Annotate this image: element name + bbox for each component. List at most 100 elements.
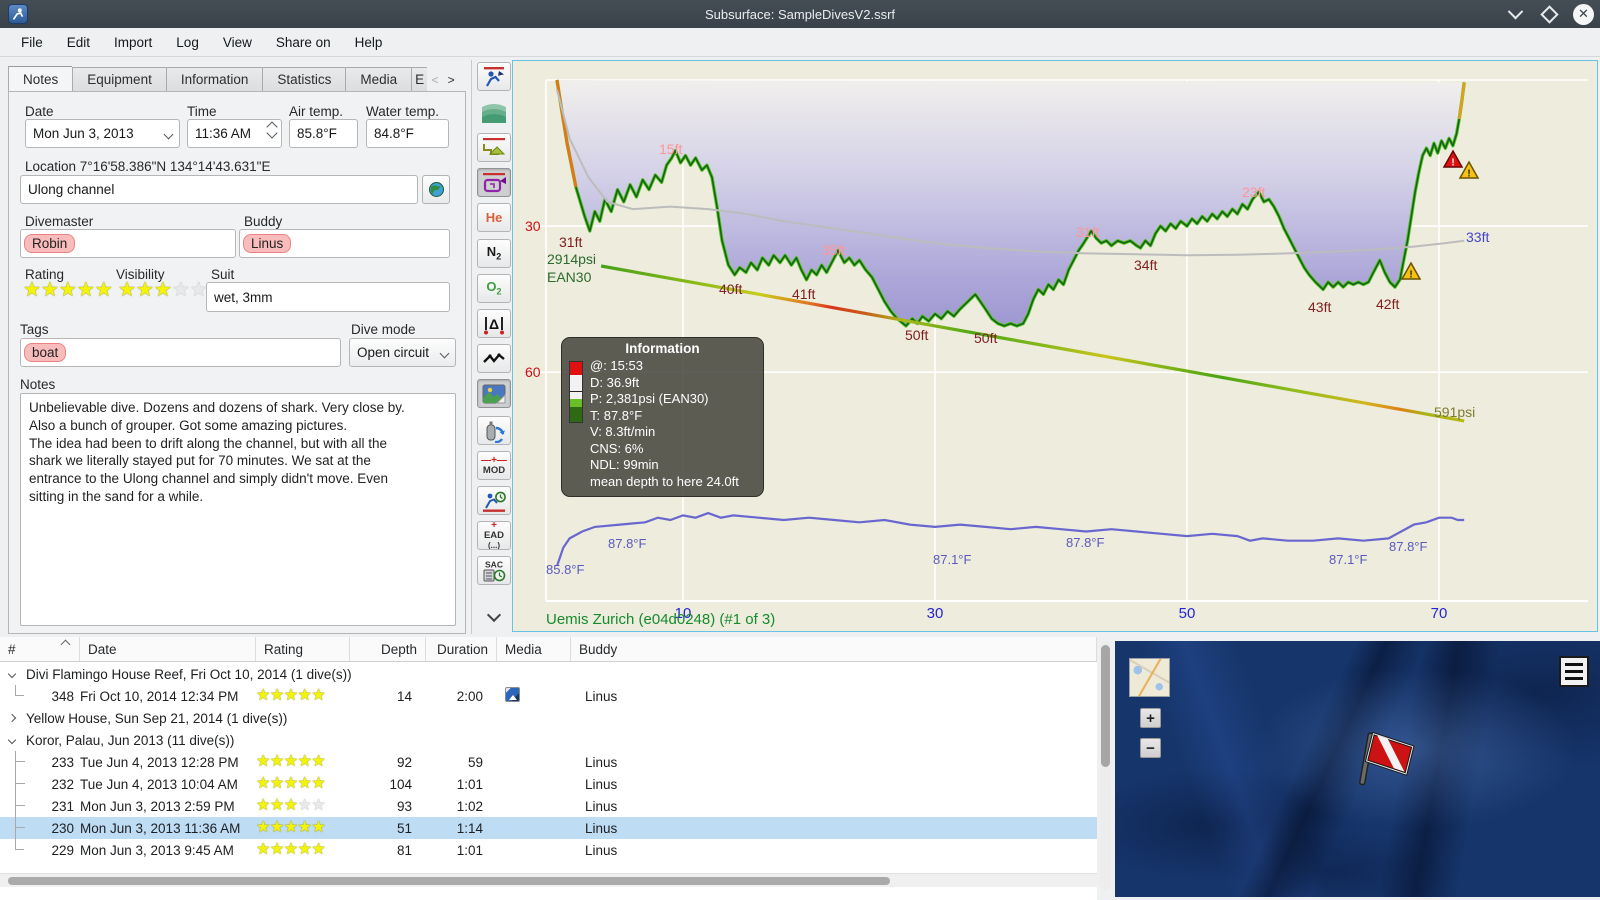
trip-row[interactable]: Yellow House, Sun Sep 21, 2014 (1 dive(s… (0, 707, 1097, 729)
divemaster-field[interactable]: Robin (20, 229, 236, 258)
date-combobox[interactable]: Mon Jun 3, 2013 (25, 119, 180, 148)
star-empty-icon: ★ (189, 279, 208, 301)
profile-toolbar: He N2 O2 Δ —+— MOD + EAD (...) SAC (474, 60, 514, 634)
tissue-heatmap-icon[interactable] (477, 97, 511, 126)
nitrogen-graph-icon[interactable]: N2 (477, 239, 511, 268)
column-header-duration[interactable]: Duration (426, 637, 497, 661)
suit-field[interactable]: wet, 3mm (206, 282, 450, 312)
close-button[interactable]: ✕ (1573, 3, 1594, 25)
dive-list-rows: Divi Flamingo House Reef, Fri Oct 10, 20… (0, 663, 1097, 861)
dive-notes-panel: Notes Equipment Information Statistics Media… (8, 62, 466, 634)
dive-profile-chart[interactable]: 10 30 50 70 30 60 31ft 2914psi EAN30 15ft 40ft 41ft… (512, 60, 1598, 632)
gradient-factor-icon[interactable]: Δ (477, 309, 511, 338)
oxygen-graph-icon[interactable]: O2 (477, 274, 511, 303)
ndl-tts-icon[interactable] (477, 486, 511, 515)
map-overview-thumbnail[interactable] (1129, 658, 1170, 697)
buddy-tag[interactable]: Linus (243, 234, 292, 253)
star-filled-icon: ★ (23, 279, 41, 301)
heart-rate-icon[interactable] (477, 344, 511, 373)
tab-scroll-left[interactable]: < (427, 67, 443, 92)
gas-change-icon[interactable] (477, 416, 511, 445)
tab-statistics[interactable]: Statistics (262, 67, 346, 92)
rating-stars[interactable]: ★ ★ ★ ★ ★ (23, 280, 113, 300)
tab-e[interactable]: E (411, 67, 428, 92)
svg-text:35ft: 35ft (822, 242, 845, 258)
tags-field[interactable]: boat (20, 338, 341, 367)
time-spinbox[interactable]: 11:36 AM (187, 119, 282, 148)
sac-rate-icon[interactable]: SAC (477, 556, 511, 585)
menu-share-on[interactable]: Share on (265, 31, 342, 54)
dive-row-230[interactable]: 230 Mon Jun 3, 2013 11:36 AM ★★★★★ 51 1:14 Li… (0, 817, 1097, 839)
star-filled-icon: ★ (58, 279, 77, 301)
info-title: Information (625, 341, 700, 356)
helium-graph-icon[interactable]: He (477, 203, 511, 232)
calculated-ceiling-icon[interactable] (477, 133, 511, 162)
svg-text:50: 50 (1179, 605, 1196, 622)
panel-splitter[interactable] (471, 60, 472, 634)
show-photos-icon[interactable] (477, 379, 511, 408)
tab-equipment[interactable]: Equipment (72, 67, 166, 92)
minimize-button[interactable] (1505, 4, 1525, 24)
dive-row-231[interactable]: 231 Mon Jun 3, 2013 2:59 PM ★★★★★ 93 1:02 Lin… (0, 795, 1097, 817)
map-zoom-out-button[interactable]: − (1140, 738, 1161, 758)
visibility-stars[interactable]: ★ ★ ★ ★ ★ (118, 280, 208, 300)
menu-edit[interactable]: Edit (56, 31, 101, 54)
column-header-buddy[interactable]: Buddy (571, 637, 1097, 661)
tag-boat[interactable]: boat (24, 343, 67, 362)
maximize-button[interactable] (1539, 4, 1559, 24)
dive-mode-select[interactable]: Open circuit (349, 338, 456, 367)
trip-row[interactable]: Divi Flamingo House Reef, Fri Oct 10, 20… (0, 663, 1097, 685)
dive-flag-marker[interactable] (1347, 726, 1421, 806)
map-menu-button[interactable] (1559, 656, 1589, 687)
tab-notes[interactable]: Notes (8, 66, 73, 92)
svg-text:41ft: 41ft (792, 286, 815, 302)
mod-icon[interactable]: —+— MOD (477, 451, 511, 480)
notes-textarea[interactable]: Unbelievable dive. Dozens and dozens of … (20, 393, 456, 626)
column-header-depth[interactable]: Depth (350, 637, 426, 661)
star-filled-icon: ★ (40, 279, 59, 301)
dive-row-348[interactable]: 348 Fri Oct 10, 2014 12:34 PM ★★★★★ 14 2:00 L… (0, 685, 1097, 707)
divemaster-tag[interactable]: Robin (24, 234, 76, 253)
dive-row-232[interactable]: 232 Tue Jun 4, 2013 10:04 AM ★★★★★ 104 1:01 L… (0, 773, 1097, 795)
star-filled-icon: ★ (153, 279, 172, 301)
menu-log[interactable]: Log (165, 31, 210, 54)
dive-row-233[interactable]: 233 Tue Jun 4, 2013 12:28 PM ★★★★★ 92 59 Linu… (0, 751, 1097, 773)
dive-row-229[interactable]: 229 Mon Jun 3, 2013 9:45 AM ★★★★★ 81 1:01 Lin… (0, 839, 1097, 861)
date-label: Date (25, 104, 54, 119)
menu-bar: File Edit Import Log View Share on Help (0, 28, 1600, 57)
star-filled-icon: ★ (76, 279, 95, 301)
toolbar-scroll-down-icon[interactable] (482, 606, 506, 623)
menu-import[interactable]: Import (103, 31, 163, 54)
info-row: NDL: 99min (590, 457, 659, 472)
menu-help[interactable]: Help (344, 31, 394, 54)
tab-media[interactable]: Media (345, 67, 412, 92)
column-header-num[interactable]: # (0, 637, 80, 661)
trip-row[interactable]: Koror, Palau, Jun 2013 (11 dive(s)) (0, 729, 1097, 751)
tab-information[interactable]: Information (165, 67, 263, 92)
menu-view[interactable]: View (212, 31, 263, 54)
column-header-media[interactable]: Media (497, 637, 571, 661)
location-label: Location 7°16'58.386"N 134°14'43.631"E (25, 159, 271, 174)
air-temp-field[interactable]: 85.8°F (289, 119, 358, 148)
dive-list-vertical-scrollbar[interactable] (1100, 641, 1111, 890)
dive-list-horizontal-scrollbar[interactable] (0, 873, 1097, 887)
location-field[interactable]: Ulong channel (20, 175, 418, 204)
column-header-date[interactable]: Date (80, 637, 256, 661)
water-temp-field[interactable]: 84.8°F (366, 119, 449, 148)
column-header-rating[interactable]: Rating (256, 637, 350, 661)
tab-scroll-right[interactable]: > (443, 67, 459, 92)
map-zoom-in-button[interactable]: + (1140, 708, 1161, 728)
menu-file[interactable]: File (10, 31, 54, 54)
info-row: CNS: 6% (590, 440, 644, 456)
profile-info-tooltip[interactable]: Information @: 15:53 D: 36.9ft P: 2,381psi… (561, 337, 764, 497)
svg-text:SAC: SAC (485, 559, 503, 569)
ead-icon[interactable]: + EAD (...) (477, 521, 511, 550)
dive-site-map[interactable]: + − (1115, 641, 1600, 897)
tags-label: Tags (20, 322, 49, 337)
dc-ceiling-icon[interactable] (477, 62, 511, 91)
buddy-field[interactable]: Linus (239, 229, 450, 258)
media-icon[interactable] (505, 687, 520, 702)
globe-button[interactable] (422, 175, 450, 204)
tank-bar-icon[interactable] (477, 168, 511, 197)
dive-mode-label: Dive mode (351, 322, 416, 337)
